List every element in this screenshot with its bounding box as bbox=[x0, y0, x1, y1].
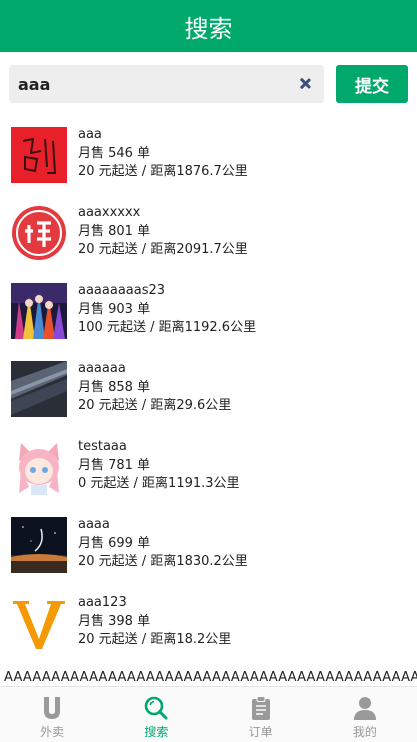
shop-name: aaa bbox=[78, 127, 102, 142]
tab-label: 外卖 bbox=[40, 725, 65, 739]
search-input[interactable] bbox=[18, 74, 278, 94]
shop-monthly-sales: 月售 398 单 bbox=[78, 613, 151, 629]
tab-search[interactable]: 搜索 bbox=[104, 687, 208, 742]
shop-item[interactable]: aaaxxxxx 月售 801 单 20 元起送 / 距离2091.7公里 bbox=[0, 195, 417, 273]
tab-label: 我的 bbox=[352, 725, 377, 739]
overflow-text: AAAAAAAAAAAAAAAAAAAAAAAAAAAAAAAAAAAAAAAA… bbox=[4, 670, 417, 685]
clear-icon[interactable] bbox=[297, 76, 313, 92]
tab-orders[interactable]: 订单 bbox=[209, 687, 313, 742]
user-icon bbox=[352, 695, 378, 721]
shop-name: aaa123 bbox=[78, 595, 127, 610]
shop-info: aaaa 月售 699 单 20 元起送 / 距离1830.2公里 bbox=[78, 516, 248, 572]
shop-delivery-info: 20 元起送 / 距离1876.7公里 bbox=[78, 164, 248, 179]
shop-name: testaaa bbox=[78, 439, 127, 454]
shop-name: aaaaaa bbox=[78, 361, 126, 376]
shop-monthly-sales: 月售 546 单 bbox=[78, 145, 151, 161]
pink-cat-girl-image bbox=[11, 439, 67, 495]
shop-monthly-sales: 月售 858 单 bbox=[78, 379, 151, 395]
dark-texture-image bbox=[11, 361, 67, 417]
submit-button[interactable]: 提交 bbox=[336, 65, 408, 103]
shop-item[interactable]: testaaa 月售 781 单 0 元起送 / 距离1191.3公里 bbox=[0, 429, 417, 507]
shop-item[interactable]: aaaa 月售 699 单 20 元起送 / 距离1830.2公里 bbox=[0, 507, 417, 585]
shop-delivery-info: 20 元起送 / 距离18.2公里 bbox=[78, 632, 232, 647]
shop-info: aaaaaaaas23 月售 903 单 100 元起送 / 距离1192.6公… bbox=[78, 282, 256, 338]
tab-label: 订单 bbox=[248, 725, 273, 739]
shop-item[interactable]: aaa 月售 546 单 20 元起送 / 距离1876.7公里 bbox=[0, 117, 417, 195]
clipboard-icon bbox=[248, 695, 274, 721]
tab-label: 搜索 bbox=[144, 725, 169, 739]
shop-info: aaa123 月售 398 单 20 元起送 / 距离18.2公里 bbox=[78, 594, 231, 650]
shop-delivery-info: 100 元起送 / 距离1192.6公里 bbox=[78, 320, 257, 335]
shop-delivery-info: 20 元起送 / 距离1830.2公里 bbox=[78, 554, 248, 569]
red-calligraphy-logo bbox=[11, 127, 67, 183]
shop-item[interactable]: aaaaaaaas23 月售 903 单 100 元起送 / 距离1192.6公… bbox=[0, 273, 417, 351]
shop-name: aaaaaaaas23 bbox=[78, 283, 166, 298]
shop-name: aaaxxxxx bbox=[78, 205, 141, 220]
tab-takeout[interactable]: 外卖 bbox=[0, 687, 104, 742]
shop-item[interactable]: aaaaaa 月售 858 单 20 元起送 / 距离29.6公里 bbox=[0, 351, 417, 429]
shop-info: aaaxxxxx 月售 801 单 20 元起送 / 距离2091.7公里 bbox=[78, 204, 248, 260]
shop-monthly-sales: 月售 801 单 bbox=[78, 223, 151, 239]
shop-delivery-info: 20 元起送 / 距离2091.7公里 bbox=[78, 242, 248, 257]
page-title: 搜索 bbox=[184, 14, 233, 43]
shop-monthly-sales: 月售 903 单 bbox=[78, 301, 151, 317]
shop-info: aaaaaa 月售 858 单 20 元起送 / 距离29.6公里 bbox=[78, 360, 231, 416]
page-header: 搜索 bbox=[0, 0, 417, 52]
shop-monthly-sales: 月售 699 单 bbox=[78, 535, 151, 551]
tab-profile[interactable]: 我的 bbox=[313, 687, 417, 742]
search-icon bbox=[143, 695, 169, 721]
bottom-tab-bar: 外卖 搜索 订单 我的 bbox=[0, 686, 417, 742]
search-bar: 提交 bbox=[9, 65, 408, 103]
orange-v-logo bbox=[11, 595, 67, 651]
shop-delivery-info: 20 元起送 / 距离29.6公里 bbox=[78, 398, 232, 413]
shop-delivery-info: 0 元起送 / 距离1191.3公里 bbox=[78, 476, 240, 491]
pin-circle-logo bbox=[11, 205, 67, 261]
shop-name: aaaa bbox=[78, 517, 110, 532]
shop-monthly-sales: 月售 781 单 bbox=[78, 457, 151, 473]
shop-info: testaaa 月售 781 单 0 元起送 / 距离1191.3公里 bbox=[78, 438, 240, 494]
night-sky-image bbox=[11, 517, 67, 573]
search-box bbox=[9, 65, 324, 103]
shop-info: aaa 月售 546 单 20 元起送 / 距离1876.7公里 bbox=[78, 126, 248, 182]
takeout-icon bbox=[39, 695, 65, 721]
shop-item[interactable]: aaa123 月售 398 单 20 元起送 / 距离18.2公里 bbox=[0, 585, 417, 663]
anime-group-image bbox=[11, 283, 67, 339]
